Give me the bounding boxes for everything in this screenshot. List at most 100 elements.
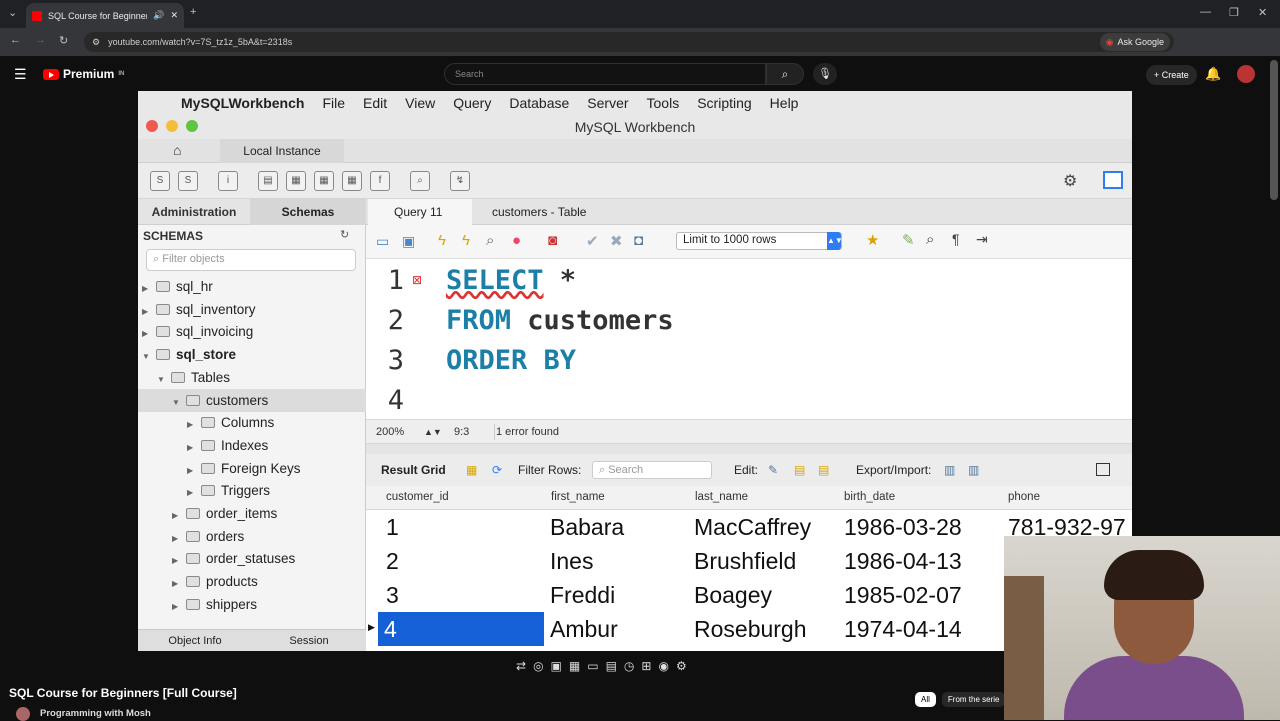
col-phone[interactable]: phone [1008, 491, 1040, 503]
toggle-error-icon[interactable]: ◙ [548, 232, 557, 249]
chevron-down-icon[interactable]: ▼ [157, 368, 167, 391]
table-cell[interactable]: Ambur [550, 616, 618, 643]
tree-item[interactable]: ▶ Triggers [138, 479, 366, 502]
menu-tools[interactable]: Tools [638, 95, 689, 111]
col-first-name[interactable]: first_name [551, 491, 605, 503]
col-customer-id[interactable]: customer_id [386, 491, 449, 503]
chevron-right-icon[interactable]: ▶ [172, 549, 182, 572]
gear-icon[interactable]: ⚙ [676, 659, 687, 673]
save-icon[interactable]: ▣ [402, 233, 415, 250]
chevron-right-icon[interactable]: ▶ [172, 572, 182, 595]
local-instance-tab[interactable]: Local Instance [220, 139, 344, 163]
chevron-right-icon[interactable]: ▶ [187, 436, 197, 459]
export-icon[interactable]: ▥ [944, 454, 955, 486]
chevron-right-icon[interactable]: ▶ [187, 413, 197, 436]
tab-customers-table[interactable]: customers - Table [474, 199, 604, 225]
notifications-icon[interactable]: 🔔 [1205, 66, 1221, 82]
tree-item[interactable]: ▶ Foreign Keys [138, 457, 366, 480]
table-cell[interactable]: Babara [550, 514, 624, 541]
camera-icon[interactable]: ◉ [658, 659, 668, 673]
back-icon[interactable]: ← [10, 34, 21, 46]
commit-icon[interactable]: ✔ [586, 232, 599, 250]
limit-rows-select[interactable]: Limit to 1000 rows ▲▼ [676, 232, 843, 250]
create-table-icon[interactable]: ▦ [286, 171, 306, 191]
menu-scripting[interactable]: Scripting [688, 95, 760, 111]
open-file-icon[interactable]: ▭ [376, 233, 389, 250]
table-cell[interactable]: 1986-04-13 [844, 548, 962, 575]
ask-google-button[interactable]: ◉ Ask Google [1099, 33, 1170, 51]
explain-icon[interactable]: ⌕ [486, 232, 494, 249]
refresh-schemas-icon[interactable]: ↻ [340, 228, 349, 241]
address-bar[interactable]: ⚙ youtube.com/watch?v=7S_tz1z_5bA&t=2318… [84, 32, 1174, 52]
pane-splitter[interactable] [366, 444, 1132, 454]
sql-editor[interactable]: 1 ⊠ SELECT * 2 FROM customers 3 ORDER BY 4 [366, 259, 1132, 419]
tree-item[interactable]: ▶ shippers [138, 593, 366, 616]
loop-icon[interactable]: ⇄ [516, 659, 526, 673]
table-cell[interactable]: 1986-03-28 [844, 514, 962, 541]
create-view-icon[interactable]: ▦ [314, 171, 334, 191]
table-cell[interactable]: MacCaffrey [694, 514, 811, 541]
wrap-lines-icon[interactable]: ⇥ [976, 231, 988, 248]
tree-item[interactable]: ▶ sql_invoicing [138, 320, 366, 343]
tab-list-icon[interactable]: ⌄ [8, 6, 17, 19]
tree-item[interactable]: ▶ sql_hr [138, 275, 366, 298]
create-function-icon[interactable]: f [370, 171, 390, 191]
tab-administration[interactable]: Administration [138, 199, 250, 225]
find-icon[interactable]: ⌕ [926, 231, 934, 248]
minimize-dot-icon[interactable] [166, 120, 178, 132]
layout-icon[interactable]: ▤ [606, 659, 617, 673]
menu-edit[interactable]: Edit [354, 95, 396, 111]
chevron-right-icon[interactable]: ▶ [142, 300, 152, 323]
refresh-icon[interactable]: ⟳ [492, 454, 502, 486]
execute-icon[interactable]: ϟ [438, 232, 446, 249]
broadcast-icon[interactable]: ◎ [533, 659, 543, 673]
error-marker-icon[interactable]: ⊠ [412, 273, 422, 287]
reload-icon[interactable]: ↻ [59, 34, 68, 47]
zoom-level[interactable]: 200% [376, 420, 404, 444]
tab-schemas[interactable]: Schemas [250, 199, 366, 225]
tab-query-11[interactable]: Query 11 [368, 199, 472, 225]
tree-item[interactable]: ▼ sql_store [138, 343, 366, 366]
tab-object-info[interactable]: Object Info [138, 630, 252, 651]
close-window-icon[interactable]: ✕ [1258, 6, 1267, 19]
stop-icon[interactable]: ● [512, 232, 521, 249]
tree-item[interactable]: ▼ Tables [138, 366, 366, 389]
create-schema-icon[interactable]: ▤ [258, 171, 278, 191]
chevron-right-icon[interactable]: ▶ [172, 504, 182, 527]
chip-all[interactable]: All [915, 692, 936, 707]
microphone-icon[interactable]: 🎙 [813, 63, 837, 85]
chevron-right-icon[interactable]: ▶ [172, 595, 182, 618]
result-grid-label[interactable]: Result Grid [381, 454, 446, 486]
tree-item[interactable]: ▶ orders [138, 525, 366, 548]
chip-from-series[interactable]: From the serie [941, 692, 1006, 707]
chevron-down-icon[interactable]: ▼ [142, 345, 152, 368]
open-sql-script-icon[interactable]: S [178, 171, 198, 191]
menu-query[interactable]: Query [444, 95, 500, 111]
tree-item[interactable]: ▼ customers [138, 388, 366, 412]
menu-server[interactable]: Server [578, 95, 637, 111]
execute-statement-icon[interactable]: ϟ [462, 232, 470, 249]
col-birth-date[interactable]: birth_date [844, 491, 895, 503]
chevron-right-icon[interactable]: ▶ [187, 481, 197, 504]
table-cell[interactable]: Freddi [550, 582, 615, 609]
table-cell[interactable]: 1985-02-07 [844, 582, 962, 609]
maximize-icon[interactable]: ❐ [1229, 6, 1239, 19]
table-cell[interactable]: 2 [386, 548, 399, 575]
toggle-sidebar-icon[interactable] [1103, 171, 1123, 189]
add-icon[interactable]: ⊞ [641, 659, 651, 673]
table-cell[interactable]: Roseburgh [694, 616, 807, 643]
tree-item[interactable]: ▶ products [138, 570, 366, 593]
menu-app-name[interactable]: MySQLWorkbench [172, 95, 313, 111]
create-button[interactable]: + Create [1146, 65, 1197, 85]
calendar-icon[interactable]: ▦ [569, 659, 580, 673]
menu-file[interactable]: File [313, 95, 354, 111]
autocommit-icon[interactable]: ◘ [634, 232, 643, 249]
settings-icon[interactable]: ⚙ [1063, 171, 1077, 191]
tab-audio-icon[interactable]: 🔊 [153, 10, 164, 21]
table-cell[interactable]: Brushfield [694, 548, 796, 575]
tab-close-icon[interactable]: ✕ [170, 10, 178, 21]
chevron-right-icon[interactable]: ▶ [172, 527, 182, 550]
chevron-right-icon[interactable]: ▶ [187, 459, 197, 482]
table-cell[interactable]: Boagey [694, 582, 772, 609]
youtube-logo[interactable]: Premium IN [43, 67, 124, 81]
